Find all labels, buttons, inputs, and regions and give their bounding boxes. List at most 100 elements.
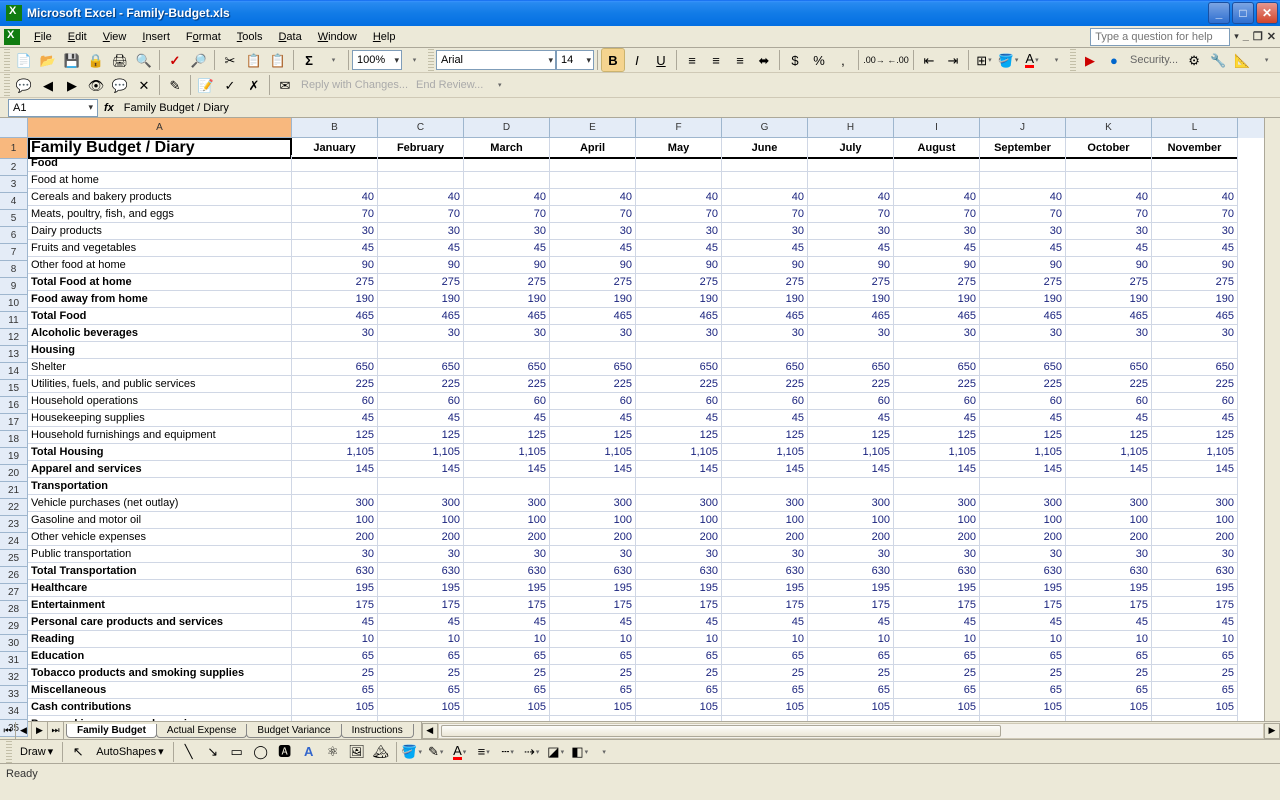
vba-button[interactable]: ⚙: [1183, 49, 1205, 71]
cell[interactable]: 275: [894, 274, 980, 291]
cell[interactable]: 90: [722, 257, 808, 274]
arrow-button[interactable]: ↘: [202, 741, 224, 763]
fill-color-button[interactable]: 🪣: [401, 741, 423, 763]
cell[interactable]: 630: [894, 563, 980, 580]
show-ink-button[interactable]: ✎: [164, 74, 186, 96]
cell[interactable]: 45: [464, 614, 550, 631]
cell[interactable]: 1,105: [1152, 444, 1238, 461]
cell[interactable]: 200: [292, 529, 378, 546]
row-header[interactable]: 8: [0, 261, 28, 278]
cell[interactable]: 190: [980, 291, 1066, 308]
cell[interactable]: 30: [722, 325, 808, 342]
cell[interactable]: 40: [722, 189, 808, 206]
cell[interactable]: 465: [1066, 308, 1152, 325]
cell[interactable]: Utilities, fuels, and public services: [28, 376, 292, 393]
row-header[interactable]: 16: [0, 397, 28, 414]
3d-button[interactable]: ◧: [569, 741, 591, 763]
hscroll-thumb[interactable]: [441, 725, 1001, 737]
column-header[interactable]: J: [980, 118, 1066, 138]
doc-restore-button[interactable]: ❐: [1253, 30, 1263, 43]
cell[interactable]: 90: [378, 257, 464, 274]
cell[interactable]: 30: [1066, 325, 1152, 342]
cell[interactable]: 465: [292, 308, 378, 325]
cell[interactable]: [464, 342, 550, 359]
cell[interactable]: 40: [550, 189, 636, 206]
cell[interactable]: 10: [1152, 631, 1238, 648]
cell[interactable]: 300: [1152, 495, 1238, 512]
cell[interactable]: 100: [550, 512, 636, 529]
cell[interactable]: 25: [292, 665, 378, 682]
cell[interactable]: 145: [636, 461, 722, 478]
cell[interactable]: [636, 342, 722, 359]
align-left-button[interactable]: ≡: [681, 49, 703, 71]
cell[interactable]: 25: [722, 665, 808, 682]
cell[interactable]: 200: [980, 529, 1066, 546]
cell[interactable]: 25: [808, 665, 894, 682]
cell[interactable]: 105: [550, 699, 636, 716]
cell[interactable]: 45: [464, 240, 550, 257]
cell[interactable]: 70: [292, 206, 378, 223]
cell[interactable]: 1,105: [550, 444, 636, 461]
column-header[interactable]: K: [1066, 118, 1152, 138]
cell[interactable]: 90: [980, 257, 1066, 274]
row-header[interactable]: 25: [0, 550, 28, 567]
cell[interactable]: Food away from home: [28, 291, 292, 308]
cell[interactable]: 45: [1066, 240, 1152, 257]
cell[interactable]: 70: [980, 206, 1066, 223]
cell[interactable]: 40: [464, 189, 550, 206]
cell[interactable]: 105: [894, 699, 980, 716]
cell[interactable]: 190: [722, 291, 808, 308]
cell[interactable]: 190: [1066, 291, 1152, 308]
cell[interactable]: 30: [636, 546, 722, 563]
toolbar-handle[interactable]: [4, 74, 10, 96]
cell[interactable]: Total Food at home: [28, 274, 292, 291]
toolbar-options[interactable]: [1045, 49, 1067, 71]
cell[interactable]: [292, 716, 378, 721]
decrease-decimal-button[interactable]: ←.00: [887, 49, 909, 71]
cell[interactable]: 125: [378, 427, 464, 444]
line-button[interactable]: ╲: [178, 741, 200, 763]
cell[interactable]: 225: [550, 376, 636, 393]
cell[interactable]: 10: [808, 631, 894, 648]
cell[interactable]: [1152, 172, 1238, 189]
cell[interactable]: Cereals and bakery products: [28, 189, 292, 206]
cell[interactable]: 10: [894, 631, 980, 648]
cell[interactable]: 175: [894, 597, 980, 614]
cell[interactable]: 300: [1066, 495, 1152, 512]
cell[interactable]: Household furnishings and equipment: [28, 427, 292, 444]
cell[interactable]: [636, 478, 722, 495]
clipart-button[interactable]: 🖼: [346, 741, 368, 763]
cut-button[interactable]: ✂: [219, 49, 241, 71]
cell[interactable]: 300: [894, 495, 980, 512]
align-right-button[interactable]: ≡: [729, 49, 751, 71]
increase-decimal-button[interactable]: .00→: [863, 49, 885, 71]
cell[interactable]: [722, 172, 808, 189]
cell[interactable]: [550, 342, 636, 359]
cell[interactable]: 125: [980, 427, 1066, 444]
cell[interactable]: 45: [636, 410, 722, 427]
cell[interactable]: 65: [1152, 682, 1238, 699]
cell[interactable]: [894, 342, 980, 359]
cell[interactable]: 125: [894, 427, 980, 444]
cell[interactable]: 465: [808, 308, 894, 325]
cell[interactable]: 225: [1066, 376, 1152, 393]
cell[interactable]: 200: [722, 529, 808, 546]
macro-play-button[interactable]: ▶: [1079, 49, 1101, 71]
cell[interactable]: 650: [808, 359, 894, 376]
new-button[interactable]: 📄: [13, 49, 35, 71]
cell[interactable]: [1152, 716, 1238, 721]
cell[interactable]: 65: [808, 648, 894, 665]
cell[interactable]: 630: [722, 563, 808, 580]
cell[interactable]: 60: [808, 393, 894, 410]
cell[interactable]: [550, 478, 636, 495]
cell[interactable]: 10: [464, 631, 550, 648]
cell[interactable]: 200: [1066, 529, 1152, 546]
cell[interactable]: 630: [1066, 563, 1152, 580]
cell[interactable]: 65: [378, 682, 464, 699]
cell[interactable]: 145: [1152, 461, 1238, 478]
row-header[interactable]: 5: [0, 210, 28, 227]
cell[interactable]: 30: [464, 223, 550, 240]
cell[interactable]: 465: [980, 308, 1066, 325]
cell[interactable]: 65: [464, 648, 550, 665]
cell[interactable]: [894, 155, 980, 172]
